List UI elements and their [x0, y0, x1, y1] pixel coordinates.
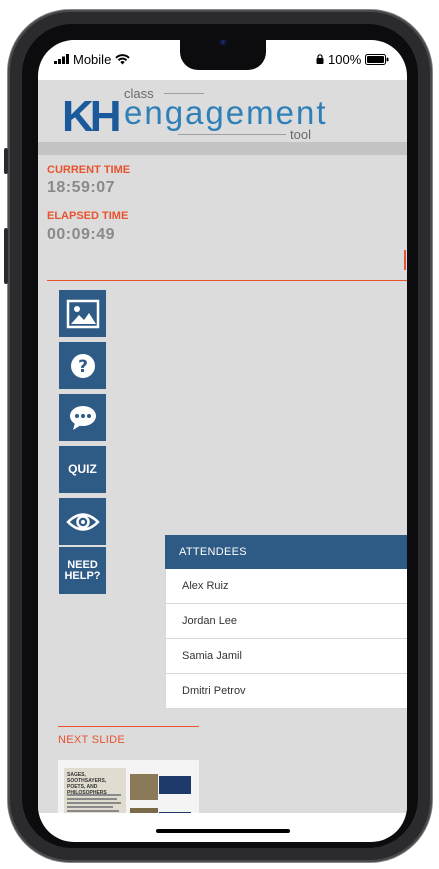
image-button[interactable]: [59, 290, 106, 337]
phone-screen: Mobile 100% KH class engagement tool CUR…: [38, 40, 407, 842]
signal-icon: [54, 54, 69, 64]
current-time-value: 18:59:07: [47, 179, 116, 196]
image-icon: [66, 299, 99, 328]
header-band: [38, 142, 407, 155]
attendee-row[interactable]: Alex Ruiz: [165, 569, 407, 604]
elapsed-time-value: 00:09:49: [47, 226, 116, 243]
attendee-name: Dmitri Petrov: [182, 685, 246, 697]
app-logo: KH class engagement tool: [58, 80, 358, 142]
slide-title: SAGES, SOOTHSAYERS, POETS, AND PHILOSOPH…: [67, 772, 107, 796]
chat-button[interactable]: [59, 394, 106, 441]
elapsed-time-label: ELAPSED TIME: [47, 210, 129, 222]
slide-caption: [159, 776, 191, 794]
status-right: 100%: [316, 50, 389, 68]
view-button[interactable]: [59, 498, 106, 545]
notch: [180, 40, 266, 70]
battery-icon: [365, 53, 389, 65]
logo-line-bottom: [178, 134, 286, 135]
wifi-icon: [115, 53, 130, 64]
slide-image: [130, 774, 158, 800]
quiz-button[interactable]: QUIZ: [59, 446, 106, 493]
chat-bubble-icon: [69, 405, 96, 430]
status-left: Mobile: [54, 50, 130, 68]
need-help-label: NEED HELP?: [64, 558, 101, 582]
current-time-label: CURRENT TIME: [47, 164, 131, 176]
attendees-header: ATTENDEES: [165, 535, 407, 569]
logo-mark: KH: [62, 92, 122, 141]
slide-body-text: [67, 794, 123, 813]
slide-text-panel: SAGES, SOOTHSAYERS, POETS, AND PHILOSOPH…: [64, 768, 126, 813]
camera-icon: [219, 40, 227, 46]
lock-icon: [316, 54, 324, 64]
volume-button: [4, 228, 8, 284]
carrier-name: Mobile: [73, 51, 112, 67]
attendee-name: Samia Jamil: [182, 650, 242, 662]
attendee-row[interactable]: Jordan Lee: [165, 604, 407, 639]
logo-word-tool: tool: [290, 127, 311, 142]
eye-icon: [65, 512, 100, 531]
next-slide-divider: [58, 726, 199, 727]
question-button[interactable]: ?: [59, 342, 106, 389]
panel-resize-handle[interactable]: [404, 250, 406, 270]
svg-text:?: ?: [78, 357, 88, 377]
next-slide-label: NEXT SLIDE: [58, 734, 125, 746]
need-help-button[interactable]: NEED HELP?: [59, 547, 106, 594]
next-slide-thumbnail[interactable]: SAGES, SOOTHSAYERS, POETS, AND PHILOSOPH…: [58, 760, 199, 813]
attendee-row[interactable]: Dmitri Petrov: [165, 674, 407, 709]
quiz-label: QUIZ: [68, 462, 97, 476]
question-icon: ?: [70, 353, 95, 378]
app-content: KH class engagement tool CURRENT TIME 18…: [38, 80, 407, 813]
attendee-row[interactable]: Samia Jamil: [165, 639, 407, 674]
home-indicator[interactable]: [156, 829, 290, 833]
slide-image: [130, 808, 158, 813]
attendees-panel: ATTENDEES Alex Ruiz Jordan Lee Samia Jam…: [165, 535, 407, 709]
divider-line: [47, 280, 407, 281]
attendee-name: Jordan Lee: [182, 615, 238, 627]
mute-switch: [4, 148, 8, 174]
battery-percent: 100%: [328, 51, 362, 67]
slide-caption: [159, 812, 191, 813]
attendee-name: Alex Ruiz: [182, 580, 229, 592]
